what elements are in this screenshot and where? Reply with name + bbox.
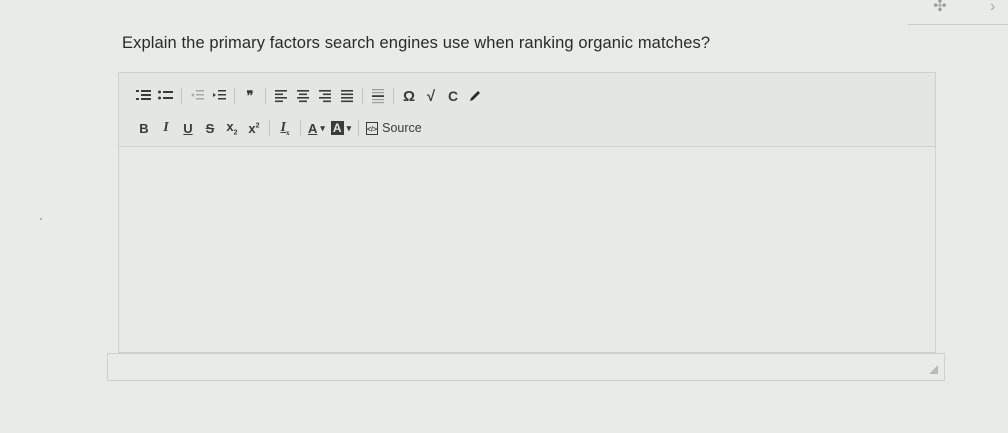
source-button[interactable]: </> Source <box>363 117 425 139</box>
toolbar-separator <box>234 88 235 104</box>
increase-indent-icon <box>213 90 226 100</box>
toolbar-separator <box>181 88 182 104</box>
numbered-list-icon <box>136 90 151 100</box>
editor-content-area[interactable] <box>119 147 935 352</box>
text-color-dropdown-icon[interactable]: ▾ <box>320 123 325 134</box>
remove-format-icon: Ix <box>280 119 290 137</box>
decrease-indent-button[interactable] <box>186 85 208 107</box>
pencil-icon <box>470 91 480 101</box>
chevron-right-icon[interactable]: › <box>990 0 1004 15</box>
toolbar-separator <box>362 88 363 104</box>
align-center-icon <box>297 90 309 103</box>
rich-text-editor: ❞ Ω √ C B I U S x2 x2 Ix A ▾ A ▾ </> Sou… <box>118 72 936 353</box>
blockquote-icon: ❞ <box>246 88 254 103</box>
pencil-button[interactable] <box>464 85 486 107</box>
text-color-icon: A <box>308 120 318 136</box>
italic-icon: I <box>163 120 169 135</box>
bold-icon: B <box>139 120 149 136</box>
align-right-icon <box>319 90 331 103</box>
horizontal-line-icon <box>372 89 384 104</box>
source-label: Source <box>382 121 422 135</box>
superscript-button[interactable]: x2 <box>243 117 265 139</box>
toolbar-separator <box>300 120 301 136</box>
align-right-button[interactable] <box>314 85 336 107</box>
toolbar-separator <box>358 120 360 136</box>
top-divider <box>908 24 1008 25</box>
toolbar-row-1: ❞ Ω √ C <box>133 85 486 107</box>
numbered-list-button[interactable] <box>133 85 155 107</box>
special-character-button[interactable]: Ω <box>398 85 420 107</box>
toolbar-separator <box>265 88 266 104</box>
editor-toolbar: ❞ Ω √ C B I U S x2 x2 Ix A ▾ A ▾ </> Sou… <box>119 73 935 147</box>
text-color-button[interactable]: A ▾ <box>305 117 328 139</box>
toolbar-row-2: B I U S x2 x2 Ix A ▾ A ▾ </> Source <box>133 117 425 139</box>
resize-handle-icon[interactable] <box>929 365 938 374</box>
c-icon: C <box>447 88 459 104</box>
svg-text:</>: </> <box>367 126 377 133</box>
subscript-button[interactable]: x2 <box>221 117 243 139</box>
strikethrough-button[interactable]: S <box>199 117 221 139</box>
remove-format-button[interactable]: Ix <box>274 117 296 139</box>
subscript-icon: x2 <box>226 119 238 137</box>
decrease-indent-icon <box>191 90 204 100</box>
source-icon: </> <box>366 121 379 135</box>
blockquote-button[interactable]: ❞ <box>239 85 261 107</box>
c-button[interactable]: C <box>442 85 464 107</box>
bold-button[interactable]: B <box>133 117 155 139</box>
question-text: Explain the primary factors search engin… <box>122 34 711 52</box>
special-character-icon: Ω <box>402 87 416 105</box>
toolbar-separator <box>393 88 394 104</box>
align-center-button[interactable] <box>292 85 314 107</box>
italic-button[interactable]: I <box>155 117 177 139</box>
underline-icon: U <box>183 120 193 136</box>
justify-button[interactable] <box>336 85 358 107</box>
bulleted-list-icon <box>158 90 173 100</box>
underline-button[interactable]: U <box>177 117 199 139</box>
justify-icon <box>341 90 353 103</box>
background-color-icon: A <box>330 121 344 135</box>
math-button[interactable]: √ <box>420 85 442 107</box>
align-left-icon <box>275 90 287 103</box>
strikethrough-icon: S <box>205 120 215 136</box>
align-left-button[interactable] <box>270 85 292 107</box>
toolbar-separator <box>269 120 270 136</box>
decorative-dot <box>40 218 42 220</box>
increase-indent-button[interactable] <box>208 85 230 107</box>
math-icon: √ <box>426 87 436 105</box>
bulleted-list-button[interactable] <box>155 85 177 107</box>
editor-footer <box>107 353 945 381</box>
background-color-dropdown-icon[interactable]: ▾ <box>347 123 352 134</box>
move-icon[interactable]: ✣ <box>929 0 951 15</box>
horizontal-line-button[interactable] <box>367 85 389 107</box>
background-color-button[interactable]: A ▾ <box>328 117 354 139</box>
superscript-icon: x2 <box>248 120 260 136</box>
